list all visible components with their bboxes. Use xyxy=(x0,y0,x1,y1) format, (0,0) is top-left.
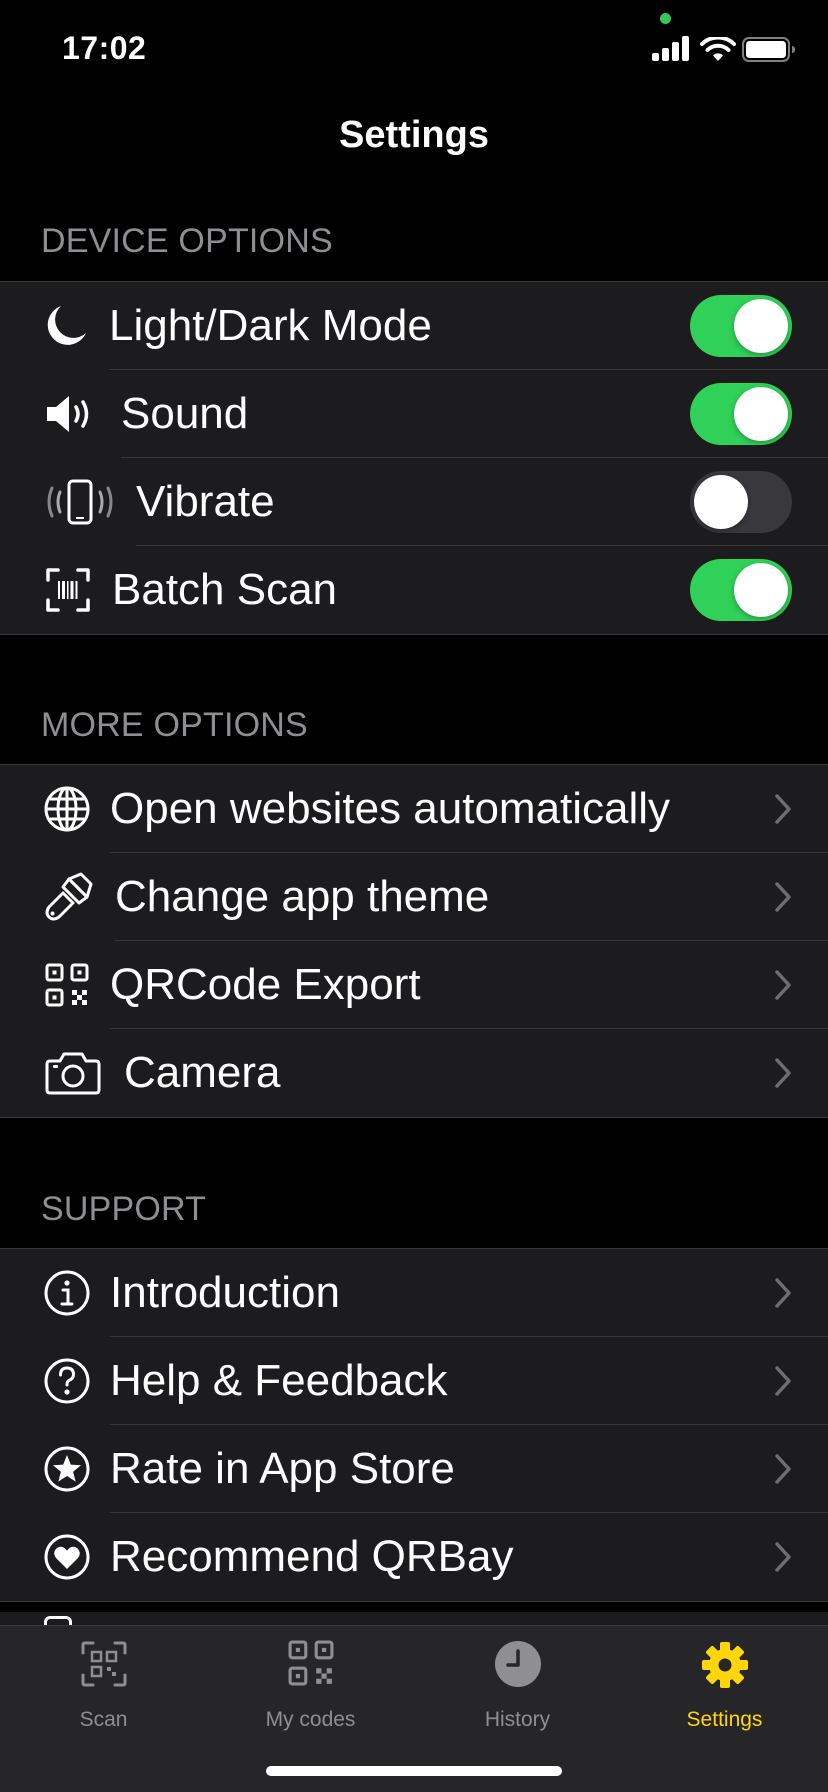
row-label: Recommend QRBay xyxy=(110,1532,514,1581)
info-circle-icon xyxy=(42,1249,92,1337)
barcode-scan-icon xyxy=(44,546,92,634)
tab-label: My codes xyxy=(265,1708,356,1731)
partially-hidden-row xyxy=(0,1612,828,1626)
batch-scan-toggle[interactable] xyxy=(690,559,792,621)
chevron-right-icon xyxy=(774,765,792,853)
row-rate-app-store[interactable]: Rate in App Store xyxy=(0,1425,828,1513)
qrcode-icon xyxy=(44,941,90,1029)
device-options-group: Light/Dark Mode Sound Vibrate Batch Scan xyxy=(0,281,828,635)
row-camera[interactable]: Camera xyxy=(0,1029,828,1117)
section-header-device-options: DEVICE OPTIONS xyxy=(41,222,333,260)
sound-toggle[interactable] xyxy=(690,383,792,445)
privacy-indicator-dot xyxy=(660,13,671,24)
chevron-right-icon xyxy=(774,941,792,1029)
row-light-dark-mode: Light/Dark Mode xyxy=(0,282,828,370)
row-label: Change app theme xyxy=(115,872,490,921)
phone-vibrate-icon xyxy=(42,458,118,546)
row-label: Light/Dark Mode xyxy=(109,301,432,350)
status-time: 17:02 xyxy=(62,30,147,66)
globe-icon xyxy=(42,765,92,853)
gear-icon xyxy=(621,1640,828,1690)
row-open-websites[interactable]: Open websites automatically xyxy=(0,765,828,853)
camera-icon xyxy=(44,1029,102,1117)
tab-my-codes[interactable]: My codes xyxy=(207,1626,414,1746)
row-recommend[interactable]: Recommend QRBay xyxy=(0,1513,828,1601)
cellular-signal-icon xyxy=(652,35,692,63)
paintbrush-icon xyxy=(42,853,96,941)
row-label: Help & Feedback xyxy=(110,1356,448,1405)
qrcode-icon xyxy=(207,1640,414,1690)
clock-icon xyxy=(414,1640,621,1690)
row-sound: Sound xyxy=(0,370,828,458)
star-circle-icon xyxy=(42,1425,92,1513)
row-label: Batch Scan xyxy=(112,565,338,614)
tab-label: Scan xyxy=(79,1708,128,1731)
page-title: Settings xyxy=(339,114,489,156)
row-label: Introduction xyxy=(110,1268,340,1317)
tab-label: History xyxy=(484,1708,551,1731)
chevron-right-icon xyxy=(774,1249,792,1337)
support-group: Introduction Help & Feedback Rate in App… xyxy=(0,1248,828,1602)
moon-icon xyxy=(40,282,92,370)
wifi-icon xyxy=(700,37,736,61)
chevron-right-icon xyxy=(774,1513,792,1601)
chevron-right-icon xyxy=(774,1425,792,1513)
light-dark-mode-toggle[interactable] xyxy=(690,295,792,357)
heart-circle-icon xyxy=(42,1513,92,1601)
more-options-group: Open websites automatically Change app t… xyxy=(0,764,828,1118)
row-label: Rate in App Store xyxy=(110,1444,455,1493)
row-introduction[interactable]: Introduction xyxy=(0,1249,828,1337)
row-label: Open websites automatically xyxy=(110,784,671,833)
scan-icon xyxy=(0,1640,207,1690)
row-vibrate: Vibrate xyxy=(0,458,828,546)
vibrate-toggle[interactable] xyxy=(690,471,792,533)
settings-screen: 17:02 Settings DEVICE OPTIONS Light/Dark… xyxy=(0,0,828,1792)
row-label: Sound xyxy=(121,389,249,438)
tab-label: Settings xyxy=(686,1708,763,1731)
speaker-icon xyxy=(44,370,100,458)
tab-settings[interactable]: Settings xyxy=(621,1626,828,1746)
question-circle-icon xyxy=(42,1337,92,1425)
section-header-more-options: MORE OPTIONS xyxy=(41,706,308,744)
row-change-app-theme[interactable]: Change app theme xyxy=(0,853,828,941)
battery-icon xyxy=(742,37,795,62)
row-help-feedback[interactable]: Help & Feedback xyxy=(0,1337,828,1425)
row-label: Vibrate xyxy=(136,477,275,526)
section-header-support: SUPPORT xyxy=(41,1190,207,1228)
tab-scan[interactable]: Scan xyxy=(0,1626,207,1746)
row-label: Camera xyxy=(124,1048,281,1097)
chevron-right-icon xyxy=(774,1337,792,1425)
row-batch-scan: Batch Scan xyxy=(0,546,828,634)
home-indicator[interactable] xyxy=(266,1766,562,1776)
chevron-right-icon xyxy=(774,853,792,941)
chevron-right-icon xyxy=(774,1029,792,1117)
row-label: QRCode Export xyxy=(110,960,421,1009)
status-bar: 17:02 xyxy=(0,0,828,100)
row-qrcode-export[interactable]: QRCode Export xyxy=(0,941,828,1029)
tab-history[interactable]: History xyxy=(414,1626,621,1746)
